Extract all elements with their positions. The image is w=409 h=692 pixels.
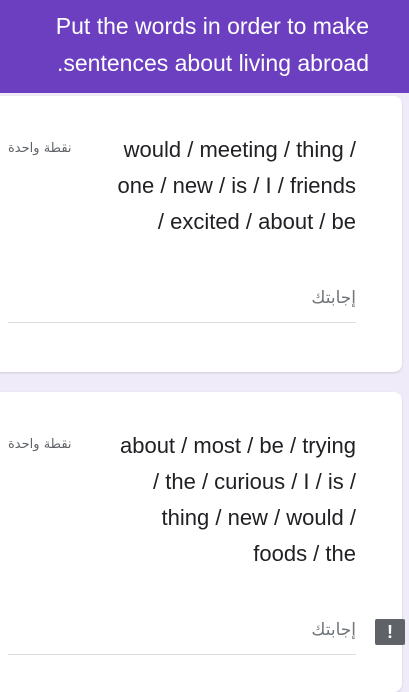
answer-input[interactable]: إجابتك bbox=[311, 288, 356, 308]
question-card-2: نقطة واحدة about / most / be / trying / … bbox=[0, 392, 402, 692]
question-line: / the / curious / I / is / bbox=[153, 469, 356, 494]
question-line: thing / new / would / bbox=[161, 505, 356, 530]
points-label: نقطة واحدة bbox=[8, 437, 72, 452]
question-line: one / new / is / I / friends bbox=[117, 173, 356, 198]
question-text: would / meeting / thing / one / new / is… bbox=[118, 132, 356, 240]
form-title-line-2: .sentences about living abroad bbox=[57, 50, 369, 76]
exclamation-icon: ! bbox=[387, 622, 393, 642]
feedback-button[interactable]: ! bbox=[375, 619, 405, 645]
question-line: foods / the bbox=[253, 541, 356, 566]
form-header: Put the words in order to make .sentence… bbox=[0, 0, 409, 93]
question-text: about / most / be / trying / the / curio… bbox=[120, 428, 356, 572]
answer-underline bbox=[8, 654, 356, 655]
points-label: نقطة واحدة bbox=[8, 141, 72, 156]
question-line: about / most / be / trying bbox=[119, 433, 356, 458]
form-title-line-1: Put the words in order to make bbox=[55, 13, 369, 39]
answer-underline bbox=[8, 322, 356, 323]
question-line: / excited / about / be bbox=[157, 209, 356, 234]
question-card-1: نقطة واحدة would / meeting / thing / one… bbox=[0, 96, 402, 372]
answer-input[interactable]: إجابتك bbox=[311, 620, 356, 640]
question-line: would / meeting / thing / bbox=[123, 137, 356, 162]
